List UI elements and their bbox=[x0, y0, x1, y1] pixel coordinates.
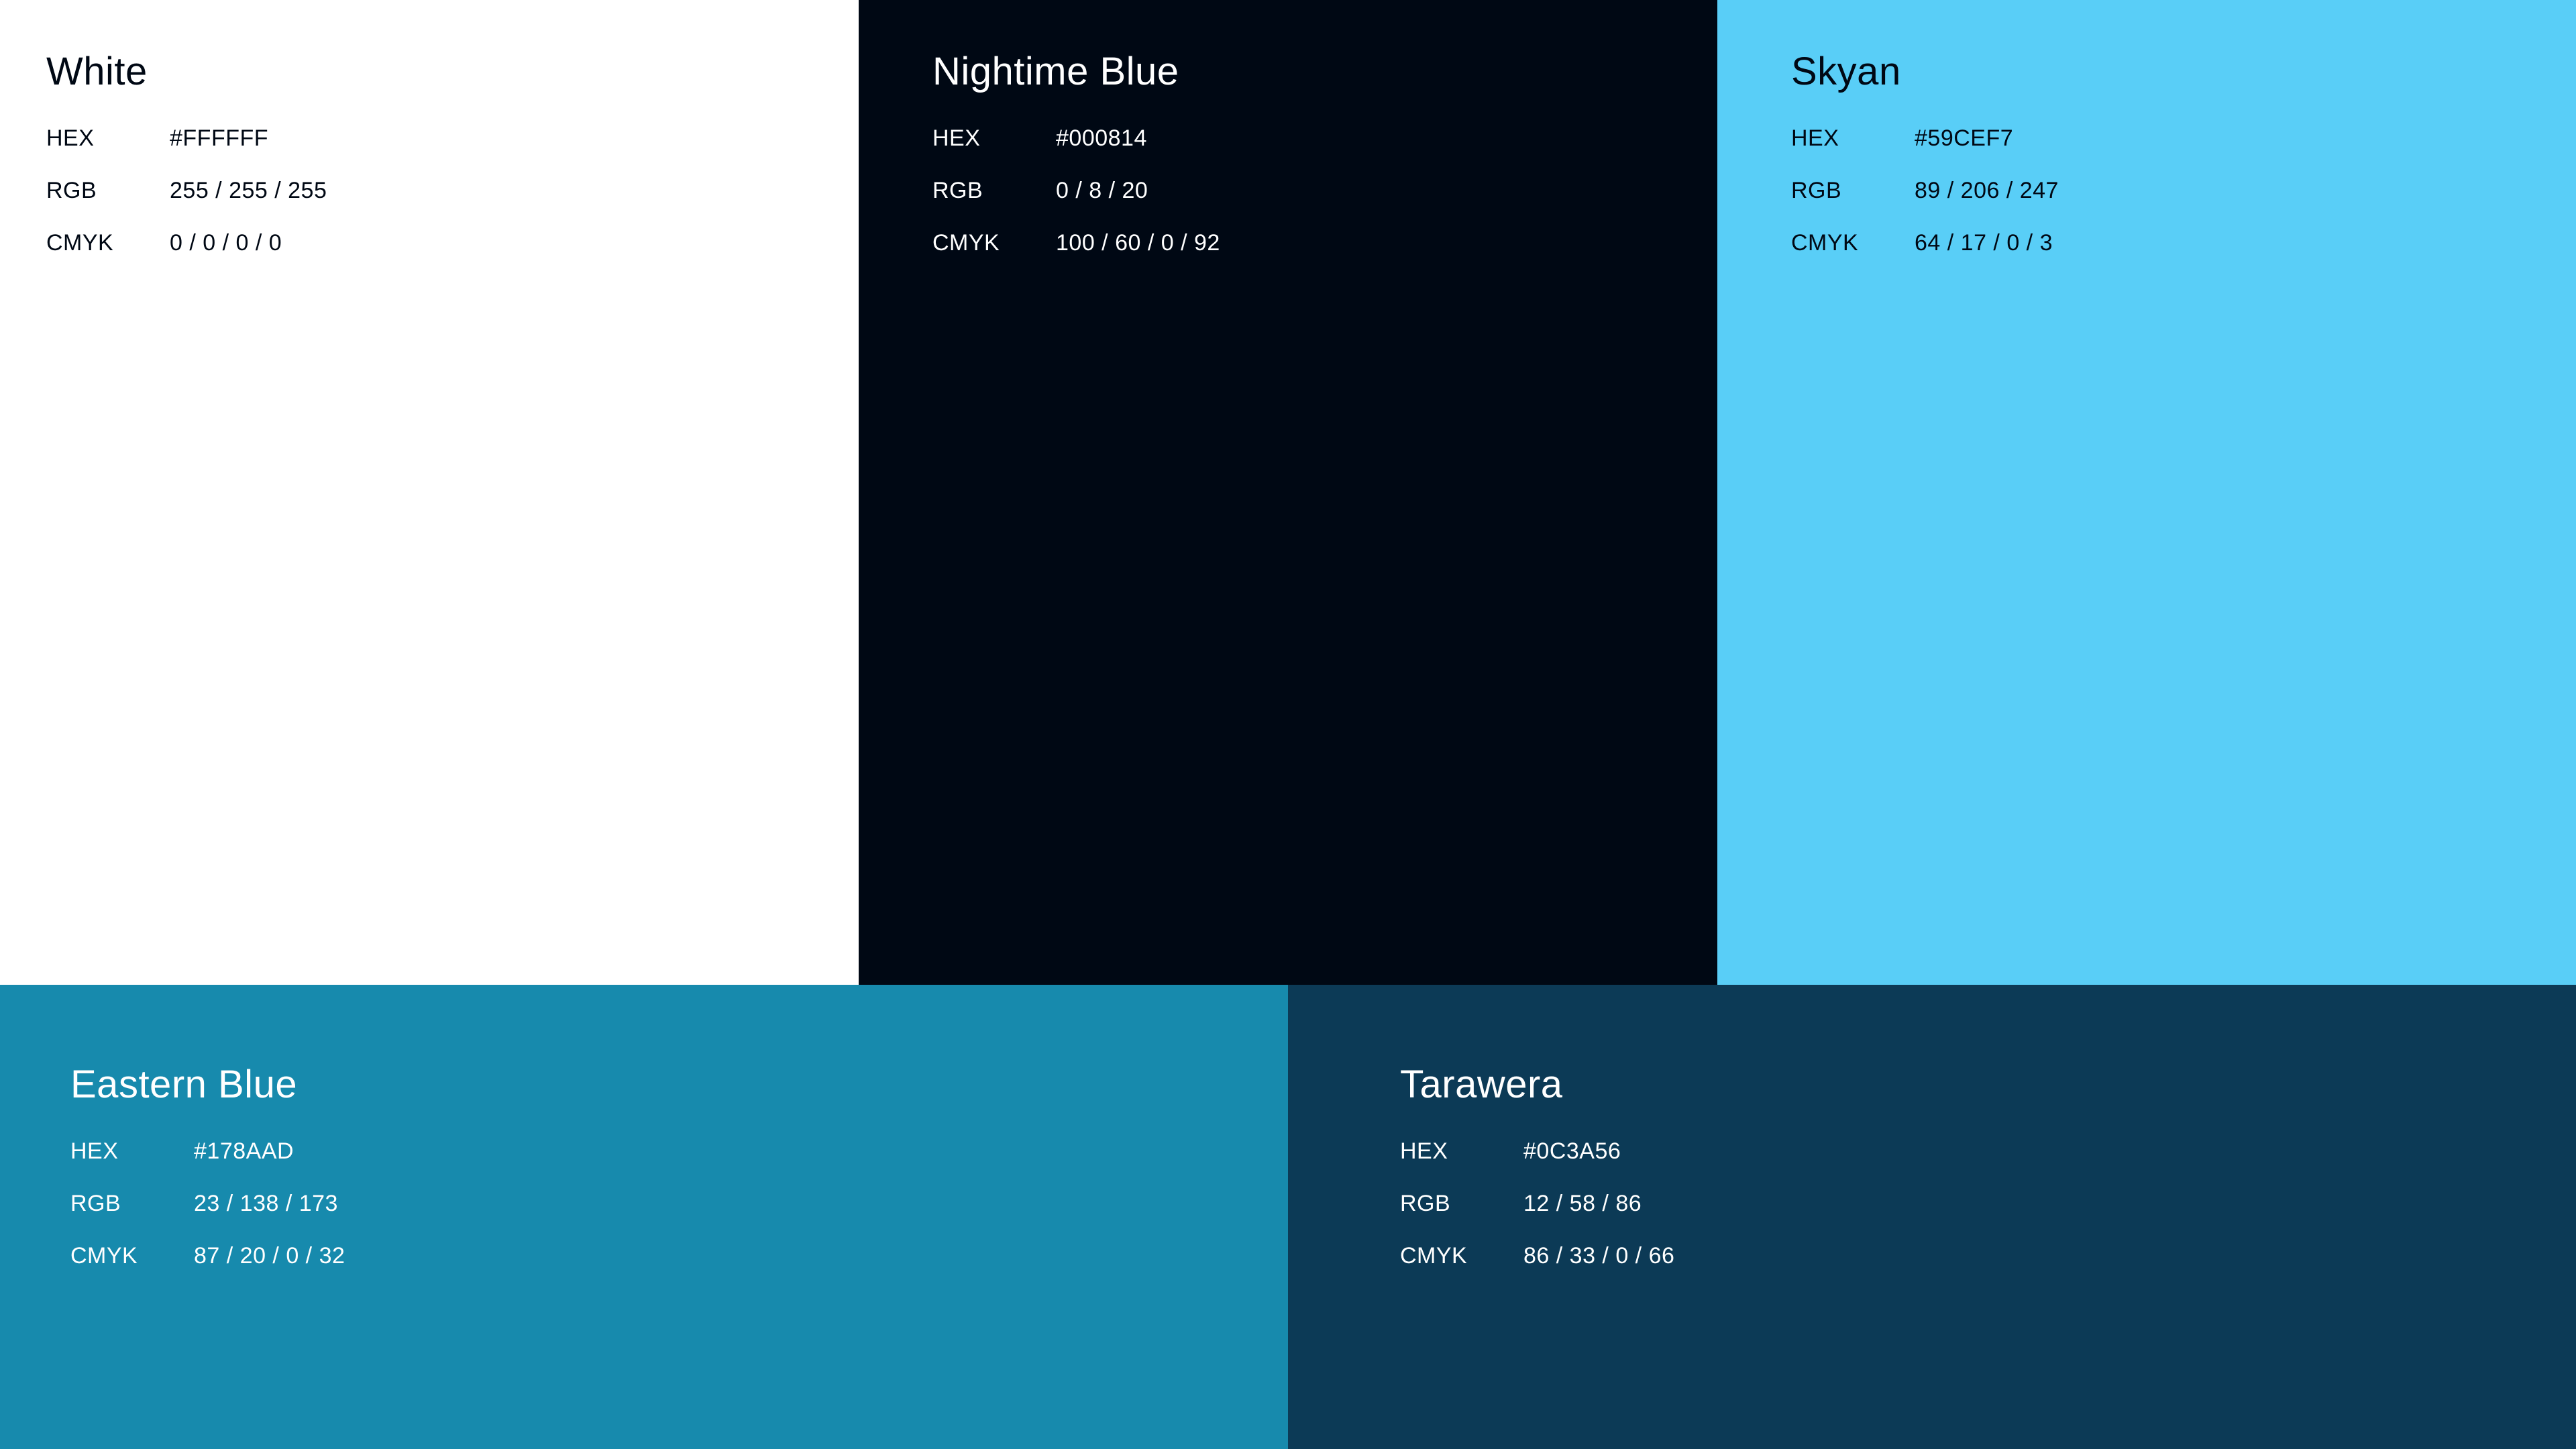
rgb-row: RGB 0 / 8 / 20 bbox=[932, 176, 1220, 205]
hex-value: #178AAD bbox=[194, 1138, 294, 1164]
hex-label: HEX bbox=[1791, 125, 1839, 151]
swatch-content: Skyan HEX #59CEF7 RGB 89 / 206 / 247 CMY… bbox=[1791, 48, 2059, 280]
rgb-value: 89 / 206 / 247 bbox=[1915, 178, 2059, 203]
hex-row: HEX #178AAD bbox=[70, 1136, 345, 1166]
hex-value: #000814 bbox=[1056, 125, 1147, 151]
hex-row: HEX #FFFFFF bbox=[46, 123, 327, 153]
hex-label: HEX bbox=[70, 1138, 119, 1164]
hex-value: #59CEF7 bbox=[1915, 125, 2014, 151]
swatch-content: White HEX #FFFFFF RGB 255 / 255 / 255 CM… bbox=[46, 48, 327, 280]
hex-value: #0C3A56 bbox=[1523, 1138, 1621, 1164]
hex-label: HEX bbox=[1400, 1138, 1448, 1164]
cmyk-row: CMYK 64 / 17 / 0 / 3 bbox=[1791, 228, 2059, 258]
cmyk-label: CMYK bbox=[70, 1243, 138, 1269]
swatch-name: Nightime Blue bbox=[932, 50, 1179, 93]
rgb-value: 255 / 255 / 255 bbox=[170, 178, 327, 203]
hex-row: HEX #000814 bbox=[932, 123, 1220, 153]
cmyk-value: 0 / 0 / 0 / 0 bbox=[170, 230, 282, 256]
cmyk-row: CMYK 100 / 60 / 0 / 92 bbox=[932, 228, 1220, 258]
rgb-row: RGB 23 / 138 / 173 bbox=[70, 1189, 345, 1218]
color-palette: White HEX #FFFFFF RGB 255 / 255 / 255 CM… bbox=[0, 0, 2576, 1449]
cmyk-label: CMYK bbox=[46, 230, 114, 256]
cmyk-value: 86 / 33 / 0 / 66 bbox=[1523, 1243, 1675, 1269]
rgb-label: RGB bbox=[1400, 1191, 1451, 1216]
swatch-skyan: Skyan HEX #59CEF7 RGB 89 / 206 / 247 CMY… bbox=[1717, 0, 2576, 985]
hex-label: HEX bbox=[932, 125, 981, 151]
rgb-label: RGB bbox=[46, 178, 97, 203]
rgb-value: 0 / 8 / 20 bbox=[1056, 178, 1148, 203]
cmyk-label: CMYK bbox=[932, 230, 1000, 256]
rgb-value: 23 / 138 / 173 bbox=[194, 1191, 338, 1216]
cmyk-label: CMYK bbox=[1400, 1243, 1468, 1269]
swatch-name: Tarawera bbox=[1400, 1063, 1563, 1106]
cmyk-value: 64 / 17 / 0 / 3 bbox=[1915, 230, 2053, 256]
swatch-content: Tarawera HEX #0C3A56 RGB 12 / 58 / 86 CM… bbox=[1400, 1061, 1674, 1293]
hex-label: HEX bbox=[46, 125, 95, 151]
swatch-nightime-blue: Nightime Blue HEX #000814 RGB 0 / 8 / 20… bbox=[859, 0, 1717, 985]
swatch-eastern-blue: Eastern Blue HEX #178AAD RGB 23 / 138 / … bbox=[0, 985, 1288, 1449]
rgb-label: RGB bbox=[70, 1191, 121, 1216]
cmyk-row: CMYK 0 / 0 / 0 / 0 bbox=[46, 228, 327, 258]
rgb-label: RGB bbox=[932, 178, 983, 203]
swatch-content: Eastern Blue HEX #178AAD RGB 23 / 138 / … bbox=[70, 1061, 345, 1293]
rgb-value: 12 / 58 / 86 bbox=[1523, 1191, 1642, 1216]
rgb-row: RGB 255 / 255 / 255 bbox=[46, 176, 327, 205]
rgb-label: RGB bbox=[1791, 178, 1842, 203]
hex-row: HEX #59CEF7 bbox=[1791, 123, 2059, 153]
hex-value: #FFFFFF bbox=[170, 125, 269, 151]
swatch-content: Nightime Blue HEX #000814 RGB 0 / 8 / 20… bbox=[932, 48, 1220, 280]
swatch-name: White bbox=[46, 50, 148, 93]
cmyk-label: CMYK bbox=[1791, 230, 1859, 256]
cmyk-row: CMYK 86 / 33 / 0 / 66 bbox=[1400, 1241, 1674, 1271]
cmyk-value: 100 / 60 / 0 / 92 bbox=[1056, 230, 1220, 256]
hex-row: HEX #0C3A56 bbox=[1400, 1136, 1674, 1166]
swatch-white: White HEX #FFFFFF RGB 255 / 255 / 255 CM… bbox=[0, 0, 859, 985]
swatch-name: Skyan bbox=[1791, 50, 1901, 93]
rgb-row: RGB 89 / 206 / 247 bbox=[1791, 176, 2059, 205]
swatch-tarawera: Tarawera HEX #0C3A56 RGB 12 / 58 / 86 CM… bbox=[1288, 985, 2576, 1449]
cmyk-row: CMYK 87 / 20 / 0 / 32 bbox=[70, 1241, 345, 1271]
cmyk-value: 87 / 20 / 0 / 32 bbox=[194, 1243, 345, 1269]
rgb-row: RGB 12 / 58 / 86 bbox=[1400, 1189, 1674, 1218]
swatch-name: Eastern Blue bbox=[70, 1063, 298, 1106]
